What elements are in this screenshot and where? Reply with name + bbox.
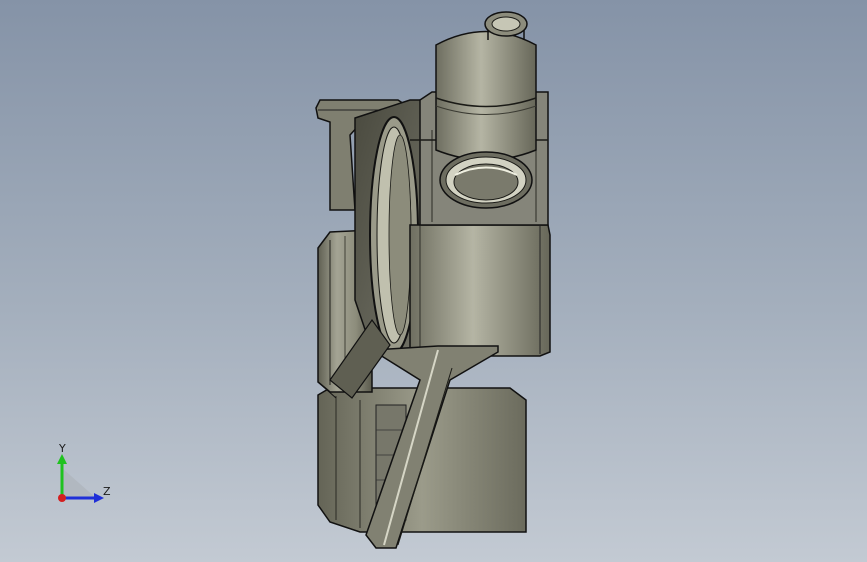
view-triad[interactable]: Y Z — [48, 440, 118, 510]
vertical-boss — [435, 30, 537, 161]
triad-z-label: Z — [103, 485, 111, 498]
cad-model[interactable] — [0, 0, 867, 562]
graphics-viewport[interactable]: Y Z — [0, 0, 867, 562]
side-bore — [439, 151, 533, 209]
triad-y-label: Y — [59, 442, 66, 455]
main-cylinder — [409, 224, 551, 357]
